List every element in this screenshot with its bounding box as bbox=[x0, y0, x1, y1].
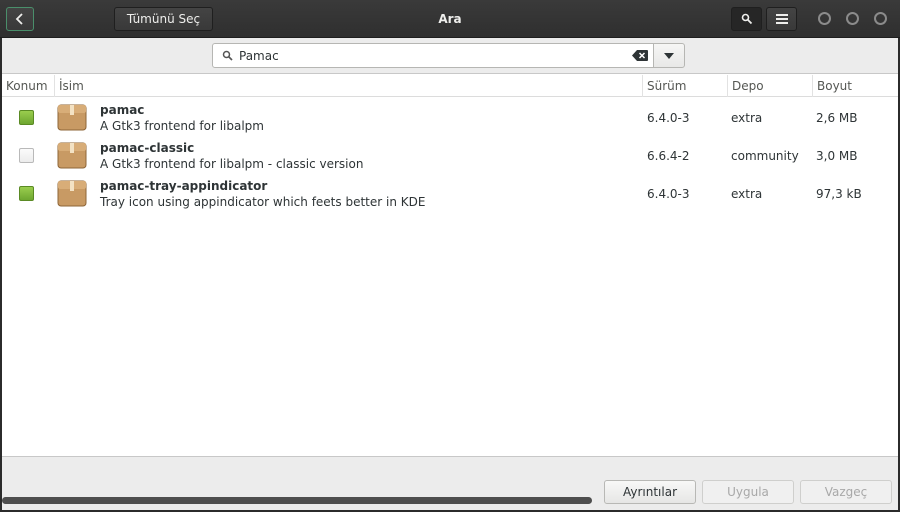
details-button[interactable]: Ayrıntılar bbox=[604, 480, 696, 504]
installed-status-checkbox[interactable] bbox=[19, 148, 34, 163]
search-bar bbox=[2, 38, 898, 74]
package-icon bbox=[57, 180, 87, 207]
menu-button[interactable] bbox=[766, 7, 797, 31]
select-all-button[interactable]: Tümünü Seç bbox=[114, 7, 213, 31]
close-window-button[interactable] bbox=[874, 12, 887, 25]
package-description: A Gtk3 frontend for libalpm - classic ve… bbox=[100, 157, 364, 171]
apply-button[interactable]: Uygula bbox=[702, 480, 794, 504]
table-row[interactable]: pamac-classic A Gtk3 frontend for libalp… bbox=[2, 137, 898, 175]
package-description: A Gtk3 frontend for libalpm bbox=[100, 119, 264, 133]
clear-backspace-icon[interactable] bbox=[632, 50, 648, 61]
package-icon bbox=[57, 104, 87, 131]
hamburger-menu-icon bbox=[775, 14, 788, 24]
table-row[interactable]: pamac-tray-appindicator Tray icon using … bbox=[2, 175, 898, 213]
chevron-left-icon bbox=[15, 13, 23, 25]
header-bar: Tümünü Seç Ara bbox=[0, 0, 900, 38]
search-toggle-button[interactable] bbox=[731, 7, 762, 31]
search-entry[interactable] bbox=[212, 43, 654, 68]
package-name: pamac-classic bbox=[100, 141, 195, 155]
bottom-action-bar: Ayrıntılar Uygula Vazgeç bbox=[2, 456, 898, 510]
table-row[interactable]: pamac A Gtk3 frontend for libalpm 6.4.0-… bbox=[2, 99, 898, 137]
minimize-window-button[interactable] bbox=[818, 12, 831, 25]
column-name[interactable]: İsim bbox=[54, 75, 642, 97]
progress-bar-fill bbox=[2, 497, 592, 504]
package-size: 2,6 MB bbox=[816, 111, 858, 125]
caret-down-icon bbox=[664, 52, 674, 59]
main-content: Konum İsim Sürüm Depo Boyut pamac A Gtk3… bbox=[2, 38, 898, 510]
cancel-button[interactable]: Vazgeç bbox=[800, 480, 892, 504]
column-version[interactable]: Sürüm bbox=[642, 75, 727, 97]
column-header: Konum İsim Sürüm Depo Boyut bbox=[2, 75, 898, 97]
package-name: pamac bbox=[100, 103, 145, 117]
package-version: 6.4.0-3 bbox=[647, 187, 690, 201]
column-status[interactable]: Konum bbox=[2, 75, 53, 97]
package-icon bbox=[57, 142, 87, 169]
installed-status-checkbox[interactable] bbox=[19, 186, 34, 201]
package-repo: extra bbox=[731, 187, 763, 201]
back-button[interactable] bbox=[6, 7, 34, 31]
package-size: 3,0 MB bbox=[816, 149, 858, 163]
package-name: pamac-tray-appindicator bbox=[100, 179, 268, 193]
package-repo: community bbox=[731, 149, 799, 163]
package-description: Tray icon using appindicator which feets… bbox=[100, 195, 426, 209]
progress-bar bbox=[2, 497, 592, 504]
installed-status-checkbox[interactable] bbox=[19, 110, 34, 125]
package-size: 97,3 kB bbox=[816, 187, 862, 201]
package-repo: extra bbox=[731, 111, 763, 125]
search-dropdown-button[interactable] bbox=[653, 43, 685, 68]
package-version: 6.4.0-3 bbox=[647, 111, 690, 125]
column-repo[interactable]: Depo bbox=[727, 75, 812, 97]
search-input[interactable] bbox=[239, 48, 619, 63]
column-size[interactable]: Boyut bbox=[812, 75, 898, 97]
package-version: 6.6.4-2 bbox=[647, 149, 690, 163]
search-icon bbox=[741, 13, 752, 25]
maximize-window-button[interactable] bbox=[846, 12, 859, 25]
search-icon bbox=[222, 50, 233, 61]
